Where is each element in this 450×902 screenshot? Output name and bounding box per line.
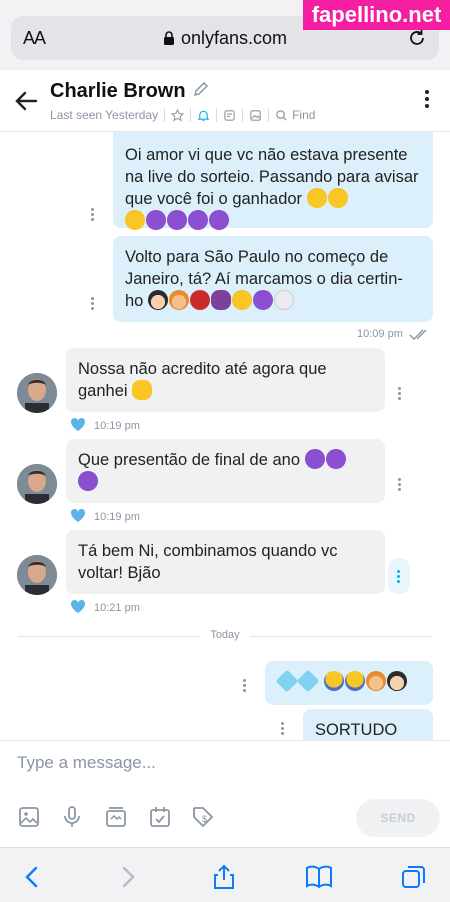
send-button[interactable]: SEND: [356, 799, 440, 837]
back-icon[interactable]: [18, 864, 46, 890]
message-text: Oi amor vi que vc não estava presente na…: [125, 132, 421, 232]
message-options-icon[interactable]: [91, 208, 95, 223]
browser-bottom-bar: [0, 847, 450, 902]
eggplant-emoji: [210, 290, 231, 310]
separator: [164, 108, 166, 122]
more-options-icon[interactable]: [424, 90, 430, 112]
message-text: SORTUDO: [315, 719, 421, 740]
message-time: 10:21 pm: [94, 602, 140, 614]
message-time: 10:19 pm: [94, 420, 140, 432]
no-18-emoji: [189, 290, 210, 310]
chat-header: Charlie Brown Last seen Yesterday Find: [0, 70, 450, 132]
header-subrow: Last seen Yesterday Find: [50, 108, 315, 122]
bathtub-emoji: [273, 290, 294, 310]
microphone-icon[interactable]: [60, 805, 84, 829]
party-face-emoji: [306, 188, 327, 208]
find-label[interactable]: Find: [292, 108, 315, 122]
vault-icon[interactable]: [104, 805, 128, 829]
woman-blonde-emoji: [365, 671, 386, 691]
message-options-icon[interactable]: [281, 722, 285, 737]
url-text: onlyfans.com: [180, 28, 288, 48]
forward-icon[interactable]: [114, 864, 142, 890]
star-icon[interactable]: [171, 108, 185, 122]
message-list[interactable]: Oi amor vi que vc não estava presente na…: [0, 132, 450, 740]
message-bubble[interactable]: Volto para São Paulo no começo de Janeir…: [113, 236, 433, 322]
devil-emoji: [304, 449, 325, 469]
party-face-emoji: [231, 290, 252, 310]
woman-blonde-emoji: [168, 290, 189, 310]
woman-emoji: [147, 290, 168, 310]
party-face-emoji: [125, 210, 145, 230]
avatar[interactable]: [17, 464, 57, 504]
image-upload-icon[interactable]: [17, 805, 41, 829]
browser-top-bar: AA onlyfans.com fapellino.net: [0, 0, 450, 70]
date-divider-label: Today: [200, 629, 250, 641]
message-options-icon[interactable]: [397, 570, 401, 585]
message-time: 10:09 pm: [357, 328, 403, 340]
message-bubble[interactable]: SORTUDO: [303, 709, 433, 740]
woman-emoji: [386, 671, 407, 691]
message-bubble[interactable]: Tá bem Ni, combinamos quando vc voltar! …: [66, 530, 385, 594]
image-icon[interactable]: [249, 109, 262, 122]
share-icon[interactable]: [210, 864, 238, 890]
svg-text:$: $: [202, 814, 207, 824]
url-display[interactable]: onlyfans.com: [11, 28, 439, 49]
message-options-icon[interactable]: [91, 297, 95, 312]
message-options-icon[interactable]: [398, 478, 402, 493]
message-bubble[interactable]: Nossa não acredito até agora que ganhei: [66, 348, 385, 412]
avatar[interactable]: [17, 373, 57, 413]
message-options-icon[interactable]: [398, 387, 402, 402]
watermark: fapellino.net: [303, 0, 450, 30]
devil-emoji: [188, 210, 208, 230]
heart-icon[interactable]: [70, 508, 86, 523]
message-bubble[interactable]: [265, 661, 433, 705]
pencil-icon[interactable]: [192, 80, 210, 98]
message-text: Tá bem Ni, combinamos quando vc voltar! …: [78, 542, 338, 582]
double-check-icon: [409, 329, 427, 340]
message-time: 10:19 pm: [94, 511, 140, 523]
last-seen: Last seen Yesterday: [50, 108, 159, 122]
scream-emoji: [344, 671, 365, 691]
lock-icon: [163, 31, 174, 45]
schedule-icon[interactable]: [148, 805, 172, 829]
gem-emoji: [275, 669, 299, 693]
message-text: Volto para São Paulo no começo de Janeir…: [125, 248, 403, 310]
notes-icon[interactable]: [223, 109, 236, 122]
scream-emoji: [323, 671, 344, 691]
separator: [268, 108, 270, 122]
message-text: Que presentão de final de ano: [78, 449, 373, 493]
separator: [216, 108, 218, 122]
message-input[interactable]: [17, 753, 347, 773]
separator: [190, 108, 192, 122]
heart-icon[interactable]: [70, 599, 86, 614]
avatar[interactable]: [17, 555, 57, 595]
message-text: Nossa não acredito até agora que ganhei: [78, 360, 327, 400]
reload-icon[interactable]: [407, 28, 427, 48]
raising-hands-emoji: [132, 380, 153, 400]
price-tag-icon[interactable]: $: [191, 805, 215, 829]
gem-emoji: [296, 669, 320, 693]
bell-icon[interactable]: [197, 109, 210, 122]
message-options-icon[interactable]: [243, 679, 247, 694]
devil-emoji: [209, 210, 229, 230]
devil-emoji: [252, 290, 273, 310]
heart-icon[interactable]: [70, 417, 86, 432]
party-popper-emoji: [327, 188, 348, 208]
separator: [242, 108, 244, 122]
search-icon[interactable]: [275, 109, 288, 122]
back-arrow-icon[interactable]: [14, 90, 38, 112]
bookmarks-icon[interactable]: [305, 864, 333, 890]
message-bubble[interactable]: Oi amor vi que vc não estava presente na…: [113, 132, 433, 230]
devil-emoji: [167, 210, 187, 230]
devil-emoji: [78, 471, 98, 491]
message-emojis: [275, 669, 421, 693]
devil-emoji: [325, 449, 346, 469]
message-bubble[interactable]: Que presentão de final de ano: [66, 439, 385, 503]
tabs-icon[interactable]: [400, 864, 428, 890]
devil-emoji: [146, 210, 166, 230]
contact-name[interactable]: Charlie Brown: [50, 80, 186, 103]
message-composer: $ SEND: [0, 740, 450, 847]
